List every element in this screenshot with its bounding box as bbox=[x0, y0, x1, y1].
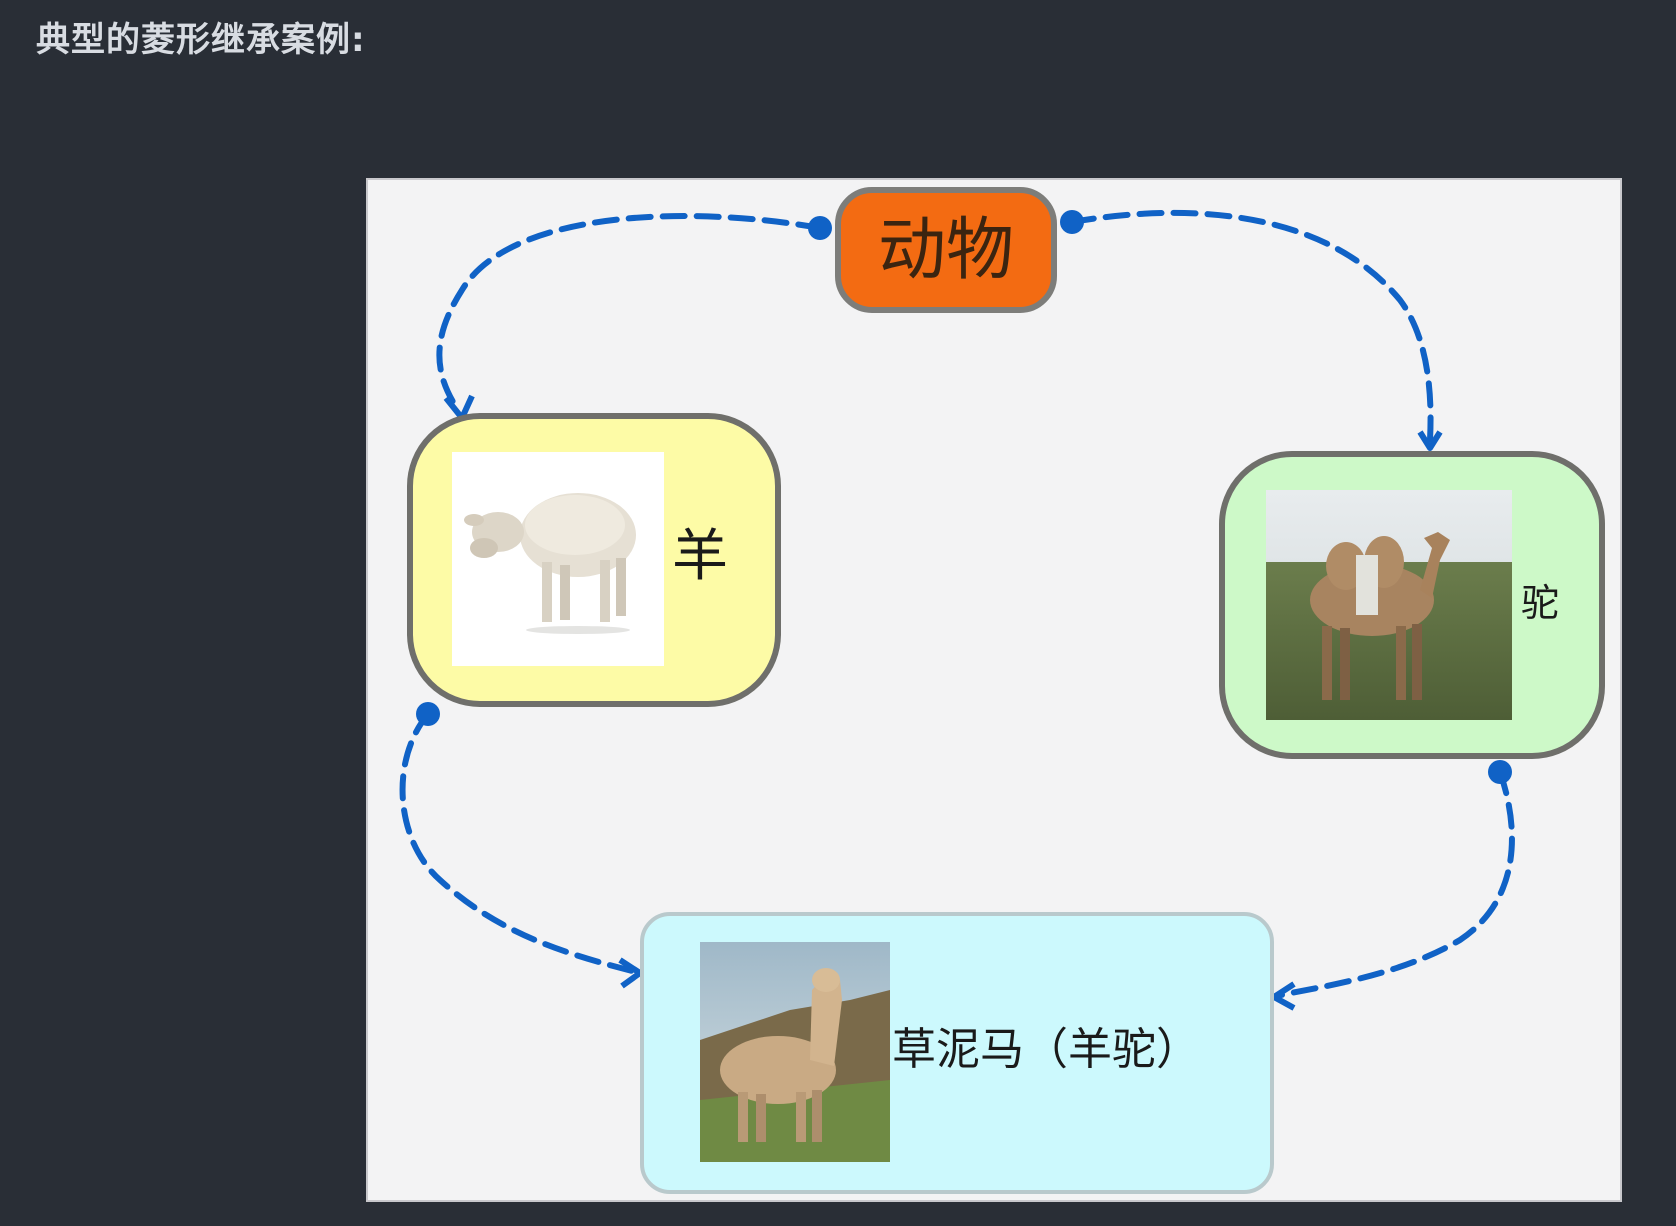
node-camel[interactable]: 驼 bbox=[1219, 451, 1605, 759]
node-sheep-label: 羊 bbox=[672, 524, 728, 589]
alpaca-image bbox=[700, 942, 890, 1162]
node-alpaca[interactable]: 草泥马（羊驼） bbox=[640, 912, 1274, 1194]
inheritance-diagram: 动物 羊 驼 草泥马（羊驼） bbox=[399, 187, 1605, 1194]
connector-root-to-left bbox=[436, 213, 832, 421]
node-alpaca-label: 草泥马（羊驼） bbox=[892, 1024, 1200, 1075]
connector-right-to-bottom bbox=[1271, 760, 1515, 1011]
camel-image bbox=[1266, 490, 1512, 720]
node-animal-label: 动物 bbox=[878, 211, 1014, 290]
sheep-image bbox=[452, 452, 664, 666]
node-sheep[interactable]: 羊 bbox=[407, 413, 781, 707]
connector-left-to-bottom bbox=[399, 702, 643, 989]
connector-root-to-right bbox=[1060, 209, 1443, 451]
node-animal[interactable]: 动物 bbox=[835, 187, 1057, 313]
node-camel-label: 驼 bbox=[1521, 581, 1559, 625]
